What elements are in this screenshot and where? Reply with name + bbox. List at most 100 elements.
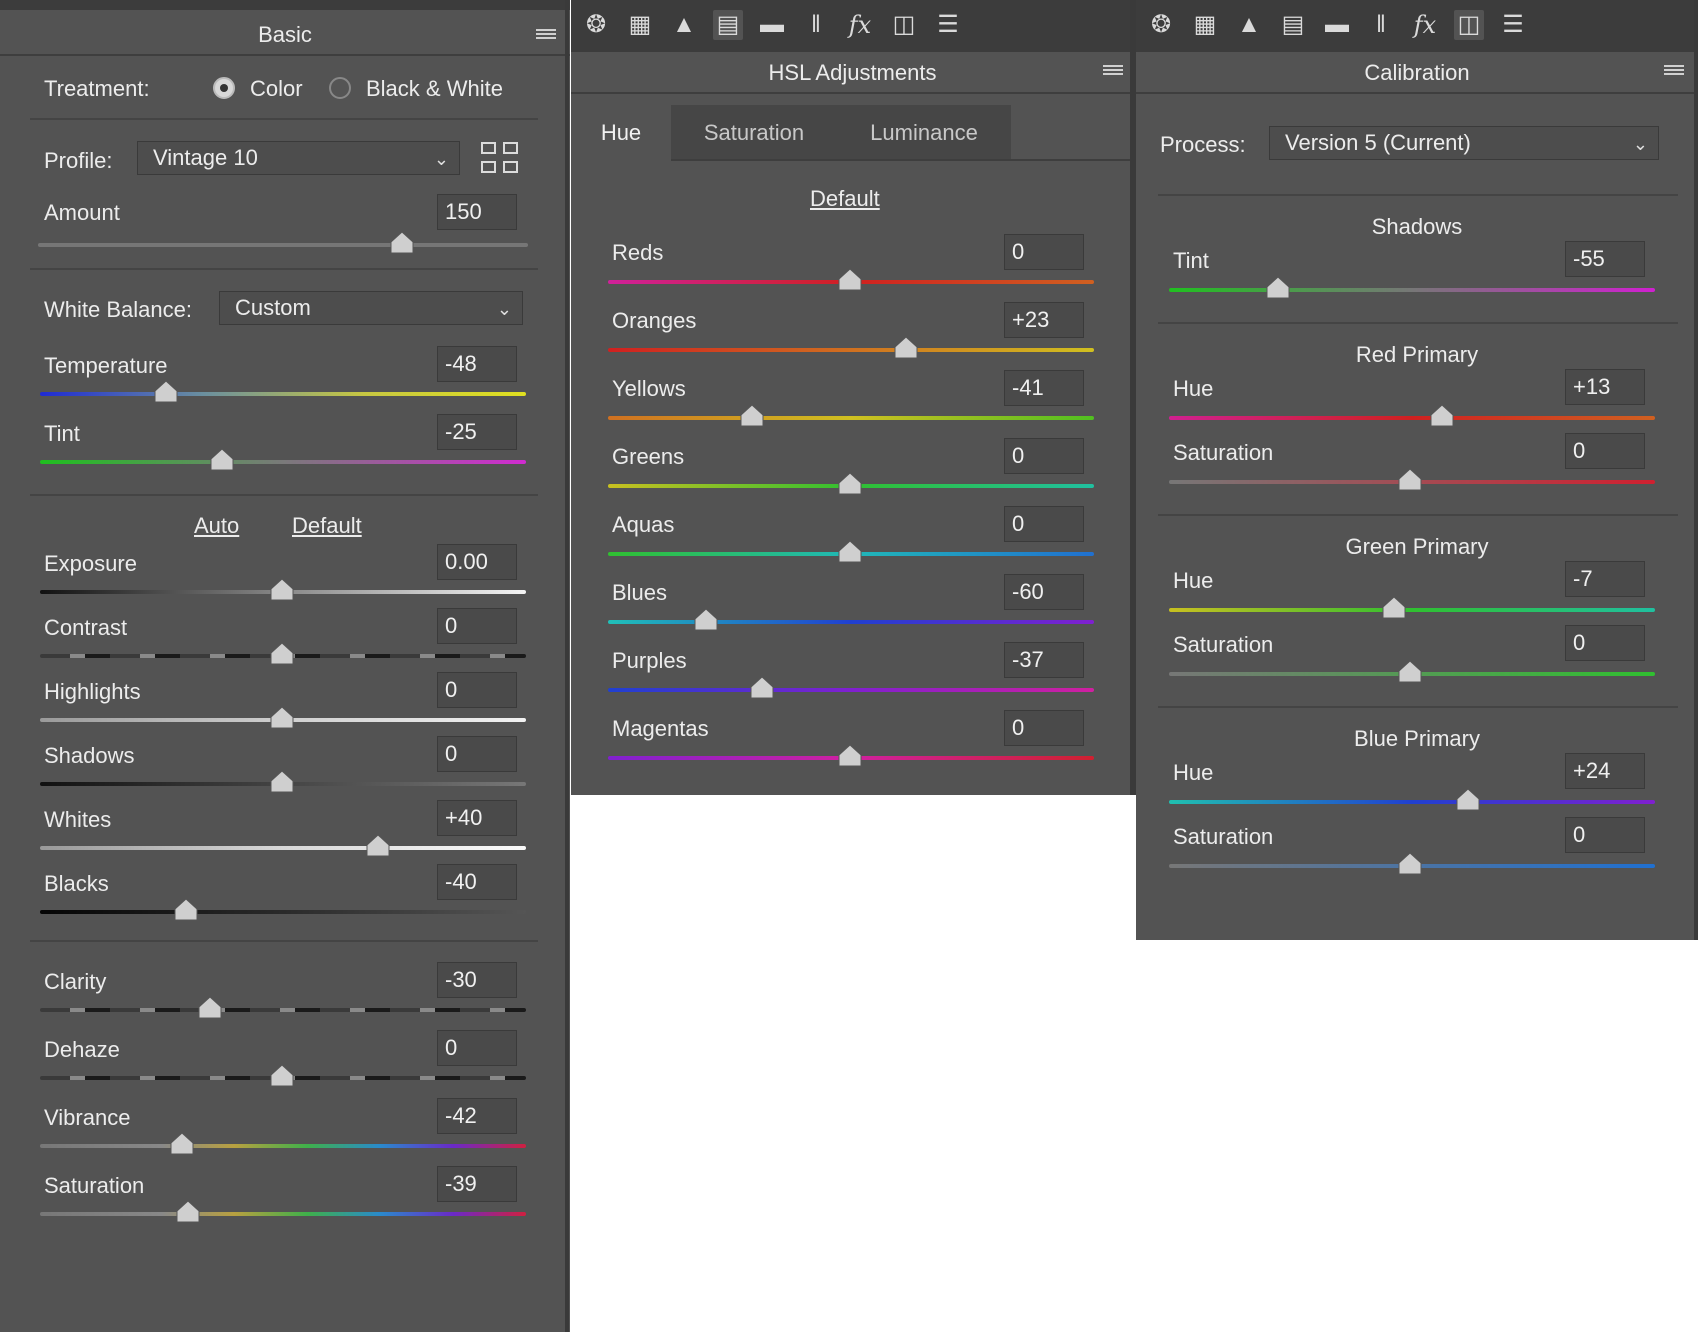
whites-value-field[interactable]: +40 <box>437 800 517 836</box>
yellows-value-field[interactable]: -41 <box>1004 370 1084 406</box>
amount-slider-track[interactable] <box>38 243 528 247</box>
dehaze-value-field[interactable]: 0 <box>437 1030 517 1066</box>
tab-hue[interactable]: Hue <box>571 105 671 161</box>
clarity-value-field[interactable]: -30 <box>437 962 517 998</box>
tint-slider-track[interactable] <box>40 460 526 464</box>
red-primary-hue-slider-track[interactable] <box>1169 416 1655 420</box>
default-link[interactable]: Default <box>292 513 362 539</box>
green-primary-saturation-value-field[interactable]: 0 <box>1565 625 1645 661</box>
split-horizontal-icon[interactable]: ▤ <box>1278 10 1308 40</box>
green-primary-section-title: Green Primary <box>1345 534 1489 559</box>
red-primary-hue-value-field[interactable]: +13 <box>1565 369 1645 405</box>
auto-link[interactable]: Auto <box>194 513 239 539</box>
amount-value-field[interactable]: 150 <box>437 194 517 230</box>
fx-icon[interactable]: fx <box>845 10 875 40</box>
blacks-slider-track[interactable] <box>40 910 526 914</box>
yellows-slider-track[interactable] <box>608 416 1094 420</box>
profile-dropdown[interactable]: Vintage 10 ⌄ <box>137 141 460 175</box>
exposure-value-field[interactable]: 0.00 <box>437 544 517 580</box>
shadows-value-field[interactable]: 0 <box>437 736 517 772</box>
sliders-icon[interactable]: ☰ <box>933 10 963 40</box>
treatment-label: Treatment: <box>44 76 150 101</box>
hsl-panel-menu-icon[interactable] <box>1103 65 1123 79</box>
calibration-panel-menu-icon[interactable] <box>1664 65 1684 79</box>
split-horizontal-icon[interactable]: ▤ <box>713 10 743 40</box>
process-label: Process: <box>1160 132 1246 157</box>
shadows-tint-slider-track[interactable] <box>1169 288 1655 292</box>
purples-value-field[interactable]: -37 <box>1004 642 1084 678</box>
mountains-icon[interactable]: ▲ <box>1234 10 1264 40</box>
highlights-value-field[interactable]: 0 <box>437 672 517 708</box>
clarity-label: Clarity <box>44 969 107 994</box>
reds-value-field[interactable]: 0 <box>1004 234 1084 270</box>
aperture-icon[interactable]: ❂ <box>1146 10 1176 40</box>
split-bars-icon[interactable]: ▬ <box>757 10 787 40</box>
sliders-icon[interactable]: ☰ <box>1498 10 1528 40</box>
whites-slider-track[interactable] <box>40 846 526 850</box>
basic-panel-menu-icon[interactable] <box>536 29 556 43</box>
tint-label: Tint <box>44 421 80 446</box>
blue-primary-saturation-value-field[interactable]: 0 <box>1565 817 1645 853</box>
grid-icon[interactable]: ▦ <box>1190 10 1220 40</box>
process-dropdown[interactable]: Version 5 (Current) ⌄ <box>1269 126 1659 160</box>
treatment-color-radio[interactable] <box>213 77 235 99</box>
lens-icon[interactable]: ‖ <box>801 10 831 40</box>
blue-primary-saturation-label: Saturation <box>1173 824 1274 849</box>
blacks-label: Blacks <box>44 871 109 896</box>
filmstrip-icon[interactable]: ◫ <box>889 10 919 40</box>
profile-browser-grid-icon[interactable] <box>481 141 519 175</box>
filmstrip-icon[interactable]: ◫ <box>1454 10 1484 40</box>
shadows-tint-value-field[interactable]: -55 <box>1565 241 1645 277</box>
temperature-slider-track[interactable] <box>40 392 526 396</box>
aperture-icon[interactable]: ❂ <box>581 10 611 40</box>
reds-label: Reds <box>612 240 664 265</box>
blue-primary-hue-slider-track[interactable] <box>1169 800 1655 804</box>
tab-luminance[interactable]: Luminance <box>837 105 1011 161</box>
treatment-bw-radio[interactable] <box>329 77 351 99</box>
magentas-label: Magentas <box>612 716 709 741</box>
tab-saturation[interactable]: Saturation <box>671 105 837 161</box>
tint-value-field[interactable]: -25 <box>437 414 517 450</box>
contrast-value-field[interactable]: 0 <box>437 608 517 644</box>
blacks-value-field[interactable]: -40 <box>437 864 517 900</box>
purples-label: Purples <box>612 648 687 673</box>
blues-label: Blues <box>612 580 668 605</box>
temperature-value-field[interactable]: -48 <box>437 346 517 382</box>
fx-icon[interactable]: fx <box>1410 10 1440 40</box>
green-primary-hue-value-field[interactable]: -7 <box>1565 561 1645 597</box>
hsl-toolbar: ❂ ▦ ▲ ▤ ▬ ‖ fx ◫ ☰ <box>571 0 1134 52</box>
purples-slider-track[interactable] <box>608 688 1094 692</box>
treatment-color-label[interactable]: Color <box>250 76 303 102</box>
white-balance-dropdown[interactable]: Custom ⌄ <box>219 291 523 325</box>
shadows-label: Shadows <box>44 743 135 768</box>
vibrance-value-field[interactable]: -42 <box>437 1098 517 1134</box>
saturation-slider-track[interactable] <box>40 1212 526 1216</box>
blues-slider-track[interactable] <box>608 620 1094 624</box>
red-primary-saturation-value-field[interactable]: 0 <box>1565 433 1645 469</box>
mountains-icon[interactable]: ▲ <box>669 10 699 40</box>
vibrance-slider-track[interactable] <box>40 1144 526 1148</box>
greens-label: Greens <box>612 444 685 469</box>
split-bars-icon[interactable]: ▬ <box>1322 10 1352 40</box>
blues-value-field[interactable]: -60 <box>1004 574 1084 610</box>
contrast-label: Contrast <box>44 615 128 640</box>
clarity-slider-track[interactable] <box>40 1008 526 1012</box>
calibration-toolbar: ❂ ▦ ▲ ▤ ▬ ‖ fx ◫ ☰ <box>1136 0 1698 52</box>
greens-value-field[interactable]: 0 <box>1004 438 1084 474</box>
shadows-tint-label: Tint <box>1173 248 1209 273</box>
oranges-slider-track[interactable] <box>608 348 1094 352</box>
oranges-value-field[interactable]: +23 <box>1004 302 1084 338</box>
lens-icon[interactable]: ‖ <box>1366 10 1396 40</box>
aquas-value-field[interactable]: 0 <box>1004 506 1084 542</box>
divider <box>30 268 538 270</box>
hsl-default-link[interactable]: Default <box>810 186 880 212</box>
divider <box>30 118 538 120</box>
grid-icon[interactable]: ▦ <box>625 10 655 40</box>
magentas-value-field[interactable]: 0 <box>1004 710 1084 746</box>
treatment-bw-label[interactable]: Black & White <box>366 76 503 102</box>
saturation-value-field[interactable]: -39 <box>437 1166 517 1202</box>
blue-primary-hue-value-field[interactable]: +24 <box>1565 753 1645 789</box>
red-primary-saturation-label: Saturation <box>1173 440 1274 465</box>
green-primary-hue-slider-track[interactable] <box>1169 608 1655 612</box>
white-balance-dropdown-value: Custom <box>235 295 311 320</box>
